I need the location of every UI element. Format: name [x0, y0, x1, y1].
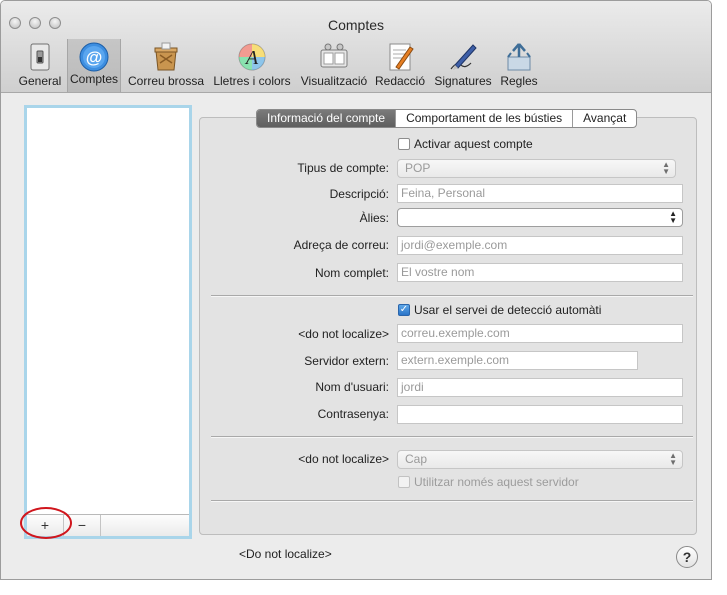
popup-arrows-icon: ▲ ▼	[669, 451, 677, 467]
toolbar-label: Lletres i colors	[213, 74, 291, 88]
accounts-list-footer-spacer	[101, 515, 189, 536]
password-field[interactable]	[397, 405, 683, 424]
general-switch-icon	[30, 43, 50, 71]
rules-icon	[507, 43, 531, 71]
help-button[interactable]: ?	[676, 546, 698, 568]
popup-arrows-icon: ▲ ▼	[669, 209, 677, 225]
toolbar-label: General	[18, 74, 62, 88]
toolbar-fonts-colors[interactable]: A Lletres i colors	[209, 41, 295, 91]
window-title: Comptes	[327, 17, 385, 33]
account-type-popup[interactable]: POP ▲ ▼	[397, 159, 676, 178]
toolbar-rules[interactable]: Regles	[497, 41, 541, 91]
alias-label: Àlies:	[359, 211, 389, 225]
external-server-field[interactable]: extern.exemple.com	[397, 351, 638, 370]
auto-detect-label: Usar el servei de detecció automàti	[414, 303, 602, 317]
toolbar-label: Correu brossa	[127, 74, 205, 88]
toolbar-accounts[interactable]: @ Comptes	[67, 39, 121, 92]
enable-account-label: Activar aquest compte	[414, 137, 533, 151]
email-label: Adreça de correu:	[293, 238, 389, 252]
account-tabs: Informació del compte Comportament de le…	[256, 109, 638, 128]
description-label: Descripció:	[329, 187, 389, 201]
alias-popup[interactable]: ▲ ▼	[397, 208, 683, 227]
incoming-server-field[interactable]: correu.exemple.com	[397, 324, 683, 343]
toolbar-junk[interactable]: Correu brossa	[125, 41, 207, 91]
email-field[interactable]: jordi@exemple.com	[397, 236, 683, 255]
description-field[interactable]: Feina, Personal	[397, 184, 683, 203]
account-type-label: Tipus de compte:	[297, 161, 389, 175]
title-bar: Comptes General @ Comptes Correu brossa …	[1, 1, 711, 93]
svg-text:@: @	[86, 48, 103, 67]
toolbar-label: Comptes	[69, 72, 119, 86]
viewing-icon	[320, 43, 348, 68]
tab-mailbox-behaviors[interactable]: Comportament de les bústies	[396, 110, 574, 127]
password-label: Contrasenya:	[317, 407, 389, 421]
full-name-label: Nom complet:	[314, 266, 389, 280]
status-text: <Do not localize>	[239, 547, 332, 561]
separator	[211, 500, 693, 502]
font-color-icon: A	[238, 43, 266, 71]
tab-account-information[interactable]: Informació del compte	[257, 110, 397, 127]
username-label: Nom d'usuari:	[315, 380, 389, 394]
separator	[211, 436, 693, 438]
toolbar-signatures[interactable]: Signatures	[431, 41, 495, 91]
popup-arrows-icon: ▲ ▼	[662, 160, 670, 176]
toolbar-general[interactable]: General	[15, 41, 65, 91]
use-only-this-server-checkbox[interactable]	[398, 476, 410, 488]
use-only-this-server-label: Utilitzar només aquest servidor	[414, 475, 579, 489]
enable-account-checkbox[interactable]	[398, 138, 410, 150]
svg-text:A: A	[244, 47, 259, 69]
toolbar-viewing[interactable]: Visualització	[297, 41, 371, 91]
toolbar-label: Signatures	[434, 74, 492, 88]
signature-pen-icon	[450, 44, 477, 70]
at-sign-icon: @	[79, 42, 109, 72]
annotation-circle	[20, 507, 72, 539]
toolbar-label: Regles	[500, 74, 538, 88]
accounts-list[interactable]: + −	[24, 105, 192, 539]
junk-bin-icon	[154, 42, 178, 71]
composing-icon	[389, 43, 414, 71]
auto-detect-checkbox[interactable]: ✓	[398, 304, 410, 316]
incoming-server-label: <do not localize>	[298, 327, 389, 341]
full-name-field[interactable]: El vostre nom	[397, 263, 683, 282]
separator	[211, 295, 693, 297]
tab-advanced[interactable]: Avançat	[573, 110, 636, 127]
username-field[interactable]: jordi	[397, 378, 683, 397]
outgoing-server-label: <do not localize>	[298, 452, 389, 466]
toolbar-label: Visualització	[300, 74, 368, 88]
toolbar-label: Redacció	[374, 74, 426, 88]
preferences-window: Comptes General @ Comptes Correu brossa …	[0, 0, 712, 580]
account-type-value: POP	[405, 161, 431, 175]
toolbar-composing[interactable]: Redacció	[373, 41, 427, 91]
outgoing-server-value: Cap	[405, 452, 428, 466]
outgoing-server-popup[interactable]: Cap ▲ ▼	[397, 450, 683, 469]
external-server-label: Servidor extern:	[304, 354, 389, 368]
